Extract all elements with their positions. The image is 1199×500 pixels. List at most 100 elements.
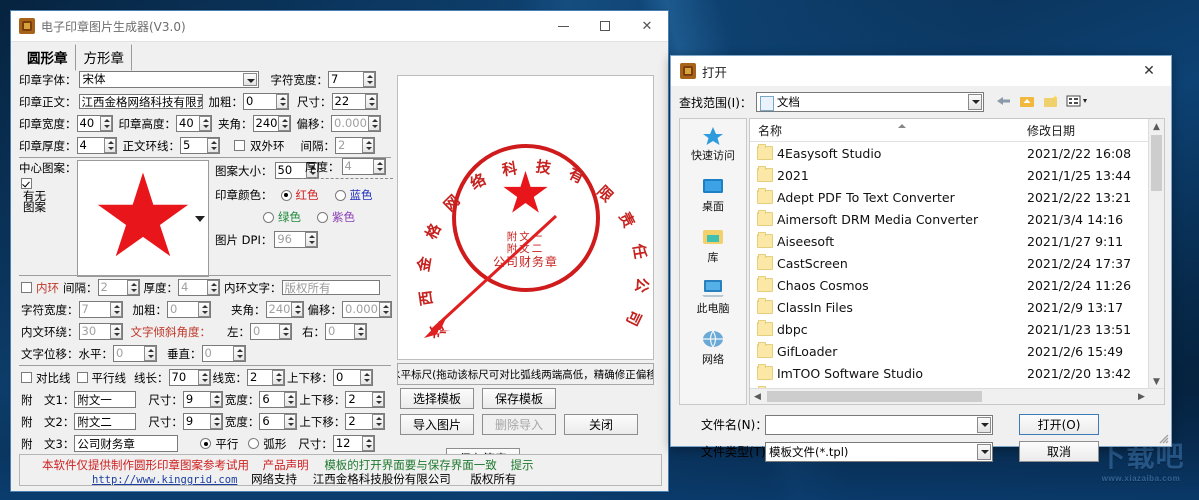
gap-spinner[interactable]: 2	[335, 137, 375, 154]
spinner-arrows-icon[interactable]	[363, 72, 375, 87]
seal-width-spinner[interactable]: 40	[76, 115, 113, 132]
angle-spinner[interactable]: 240	[252, 115, 291, 132]
spinner-arrows-icon[interactable]	[354, 324, 366, 339]
spinner-arrows-icon[interactable]	[362, 138, 374, 153]
inner-angle-spinner[interactable]: 240	[265, 301, 304, 318]
has-pattern-checkbox-row[interactable]: 有无 图案	[21, 177, 57, 213]
seal-height-spinner[interactable]: 40	[176, 115, 212, 132]
close-icon[interactable]: ✕	[626, 11, 668, 41]
place-network[interactable]: 网络	[680, 323, 746, 374]
scrollbar-thumb[interactable]	[1151, 135, 1162, 191]
line-shift-spinner[interactable]: 0	[333, 369, 373, 386]
left-spinner[interactable]: 0	[250, 323, 292, 340]
chevron-down-icon[interactable]	[242, 73, 257, 86]
spinner-arrows-icon[interactable]	[144, 346, 156, 361]
footer-tip-link[interactable]: 提示	[510, 458, 533, 472]
app-title-bar[interactable]: 电子印章图片生成器(V3.0) ✕	[11, 11, 668, 42]
bold-spinner[interactable]: 0	[243, 93, 289, 110]
dpi-spinner[interactable]: 96	[274, 231, 319, 248]
file-row[interactable]: Aimersoft DRM Media Converter 2021/3/4 14…	[750, 208, 1164, 230]
spinner-arrows-icon[interactable]	[364, 94, 377, 109]
select-template-button[interactable]: 选择模板	[400, 388, 474, 409]
view-mode-icon[interactable]	[1066, 93, 1087, 111]
file-row[interactable]: GifLoader 2021/2/6 15:49	[750, 340, 1164, 362]
look-in-combo[interactable]: 文档	[755, 92, 984, 112]
spinner-arrows-icon[interactable]	[198, 302, 210, 317]
cancel-button[interactable]: 取消	[1019, 441, 1099, 462]
chevron-down-icon[interactable]	[977, 416, 991, 433]
contrast-line-checkbox[interactable]	[21, 372, 32, 383]
spinner-arrows-icon[interactable]	[372, 159, 385, 174]
file-list[interactable]: 名称 修改日期 4Easysoft Studio 2021/2/22 16:08 2…	[749, 118, 1165, 405]
inner-thickness-spinner[interactable]: 4	[178, 279, 220, 296]
scroll-up-icon[interactable]: ▲	[1149, 119, 1164, 134]
spinner-arrows-icon[interactable]	[109, 324, 122, 339]
size-spinner[interactable]: 22	[331, 93, 378, 110]
file-row[interactable]: ClassIn Files 2021/2/9 13:17	[750, 296, 1164, 318]
file-row[interactable]: ImTOO Software Studio 2021/2/20 13:42	[750, 362, 1164, 384]
spinner-arrows-icon[interactable]	[276, 94, 288, 109]
attach1-width-spinner[interactable]: 6	[259, 391, 298, 408]
body-ring-spinner[interactable]: 5	[180, 137, 220, 154]
file-row[interactable]: Aiseesoft 2021/1/27 9:11	[750, 230, 1164, 252]
attach2-width-spinner[interactable]: 6	[259, 413, 298, 430]
footer-statement-link[interactable]: 产品声明	[263, 458, 309, 472]
chevron-down-icon[interactable]	[967, 94, 982, 110]
spinner-arrows-icon[interactable]	[272, 370, 284, 385]
spinner-arrows-icon[interactable]	[197, 370, 210, 385]
spinner-arrows-icon[interactable]	[109, 302, 122, 317]
file-list-vertical-scrollbar[interactable]: ▲ ▼	[1148, 119, 1164, 389]
spinner-arrows-icon[interactable]	[209, 414, 222, 429]
line-len-spinner[interactable]: 70	[168, 369, 211, 386]
inner-char-width-spinner[interactable]: 7	[78, 301, 123, 318]
pattern-preview-box[interactable]	[77, 160, 209, 277]
file-row[interactable]: CastScreen 2021/2/24 17:37	[750, 252, 1164, 274]
scroll-right-icon[interactable]: ▶	[1134, 389, 1149, 404]
file-row[interactable]: Chaos Cosmos 2021/2/24 11:26	[750, 274, 1164, 296]
filename-input[interactable]	[765, 414, 993, 435]
file-list-horizontal-scrollbar[interactable]: ◀ ▶	[750, 388, 1164, 404]
font-combo[interactable]: 宋体	[78, 71, 259, 88]
chevron-down-icon[interactable]	[977, 443, 991, 460]
footer-url-link[interactable]: http://www.kinggrid.com	[92, 474, 237, 486]
scrollbar-thumb[interactable]	[767, 391, 982, 402]
spinner-arrows-icon[interactable]	[103, 138, 116, 153]
horiz-spinner[interactable]: 0	[113, 345, 157, 362]
back-icon[interactable]	[994, 93, 1014, 111]
attach1-input[interactable]: 附文一	[74, 391, 137, 408]
save-template-button[interactable]: 保存模板	[482, 388, 556, 409]
attach2-input[interactable]: 附文二	[74, 413, 137, 430]
color-radio-red[interactable]	[280, 189, 292, 201]
shape-radio-parallel[interactable]	[200, 438, 212, 449]
file-row[interactable]: dbpc 2021/1/23 13:51	[750, 318, 1164, 340]
file-row[interactable]: 4Easysoft Studio 2021/2/22 16:08	[750, 142, 1164, 164]
filetype-combo[interactable]: 模板文件(*.tpl)	[765, 441, 993, 462]
file-row[interactable]: 2021 2021/1/25 13:44	[750, 164, 1164, 186]
spinner-arrows-icon[interactable]	[277, 116, 290, 131]
inner-offset-spinner[interactable]: 0.000	[342, 301, 392, 318]
attach2-size-spinner[interactable]: 9	[182, 413, 223, 430]
place-library[interactable]: 库	[680, 221, 746, 272]
attach1-shift-spinner[interactable]: 2	[345, 391, 386, 408]
spinner-arrows-icon[interactable]	[368, 116, 380, 131]
place-desktop[interactable]: 桌面	[680, 170, 746, 221]
spinner-arrows-icon[interactable]	[99, 116, 112, 131]
minimize-icon[interactable]	[542, 11, 584, 41]
spinner-arrows-icon[interactable]	[279, 324, 291, 339]
inner-ring-wrap-spinner[interactable]: 30	[78, 323, 123, 340]
parallel-line-checkbox[interactable]	[76, 372, 88, 383]
attach3-size-spinner[interactable]: 12	[332, 435, 375, 452]
spinner-arrows-icon[interactable]	[284, 392, 297, 407]
char-width-spinner[interactable]: 7	[328, 71, 376, 88]
import-image-button[interactable]: 导入图片	[400, 414, 474, 435]
offset-spinner[interactable]: 0.000	[331, 115, 381, 132]
ring-thickness-spinner[interactable]: 4	[341, 158, 386, 175]
spinner-arrows-icon[interactable]	[232, 346, 245, 361]
has-pattern-checkbox[interactable]	[21, 178, 32, 189]
inner-gap-spinner[interactable]: 2	[97, 279, 140, 296]
open-button[interactable]: 打开(O)	[1019, 414, 1099, 435]
spinner-arrows-icon[interactable]	[284, 414, 297, 429]
footer-support[interactable]: 网络支持	[251, 472, 297, 486]
thickness-spinner[interactable]: 4	[76, 137, 117, 154]
up-folder-icon[interactable]	[1018, 93, 1038, 111]
